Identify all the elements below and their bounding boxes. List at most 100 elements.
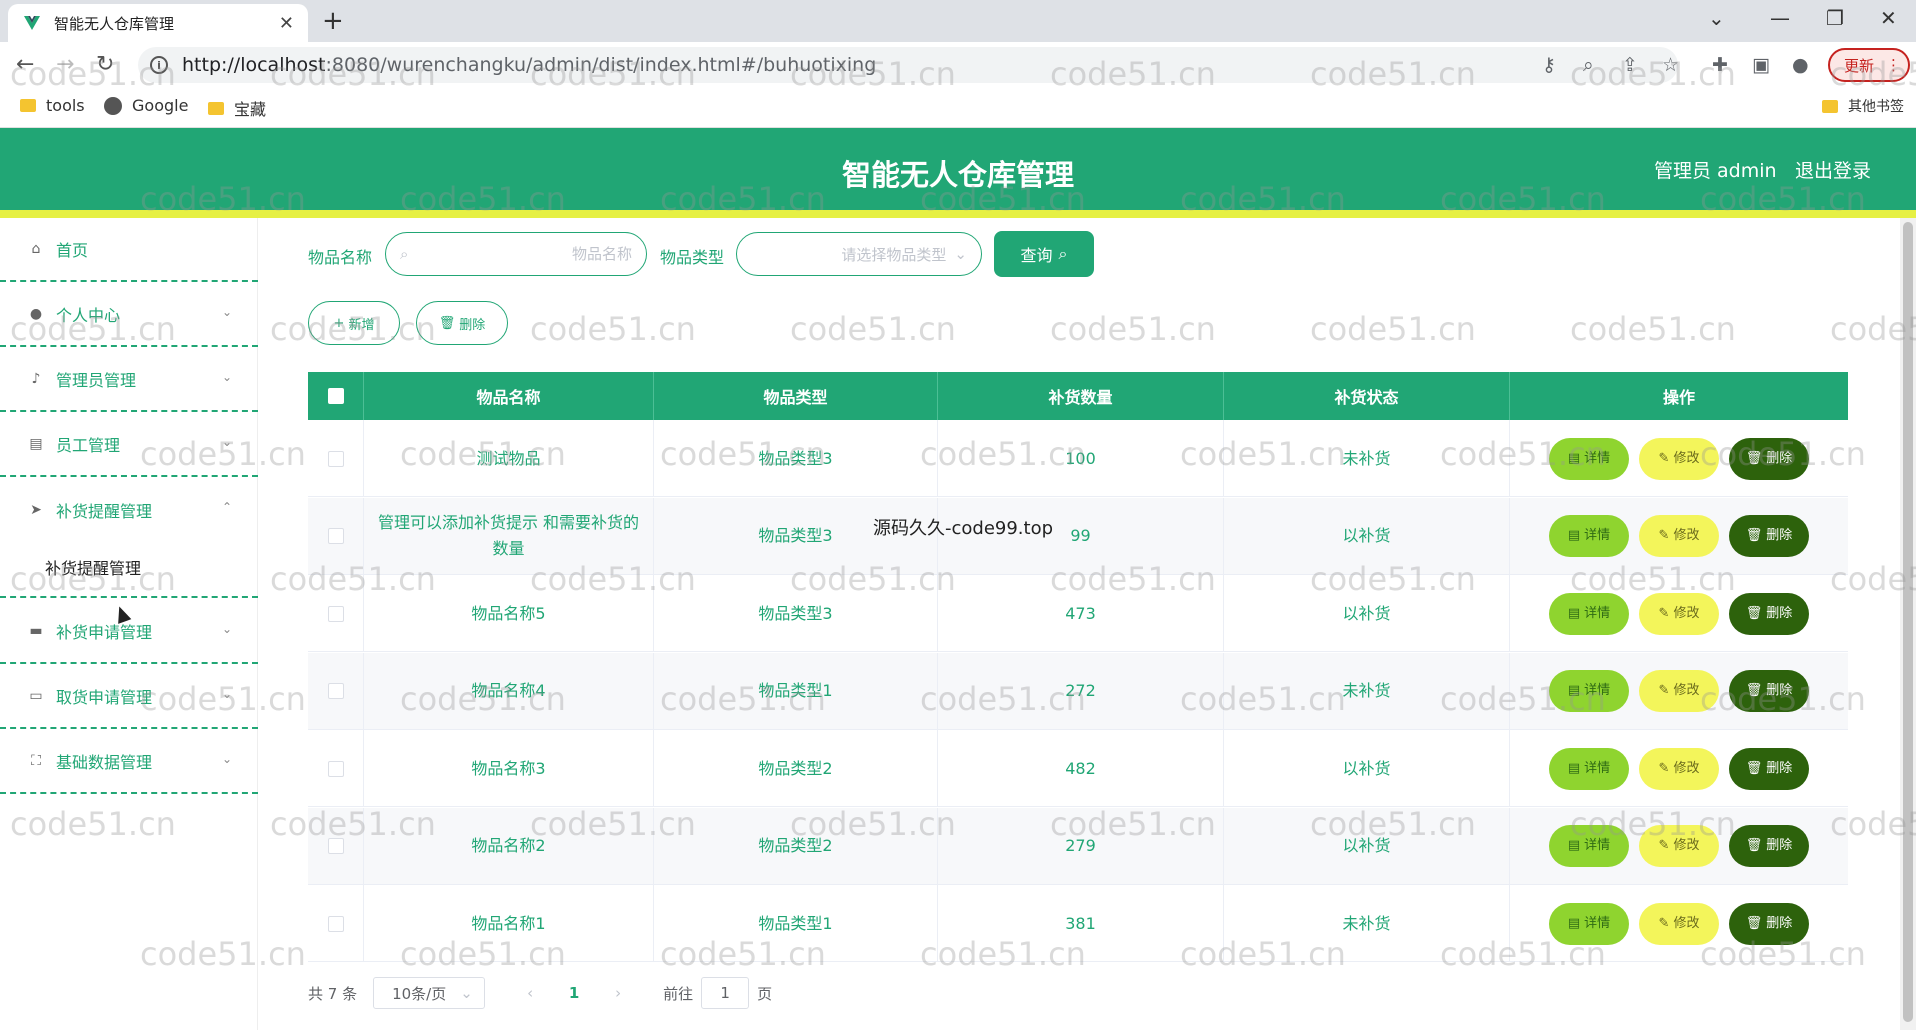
detail-button[interactable]: ▤ 详情 <box>1549 902 1629 945</box>
col-header-name: 物品名称 <box>364 372 654 420</box>
maximize-icon[interactable]: ❐ <box>1826 6 1844 30</box>
current-page[interactable]: 1 <box>559 984 589 1002</box>
trash-icon: 🗑 <box>1745 915 1763 931</box>
sidebar-item-restock-apply[interactable]: ▬ 补货申请管理 ⌄ <box>0 600 258 664</box>
reload-icon[interactable]: ↻ <box>96 52 114 77</box>
sidebar-item-personal[interactable]: ● 个人中心 ⌄ <box>0 283 258 347</box>
row-checkbox[interactable] <box>327 760 344 777</box>
chevron-down-icon: ⌄ <box>460 984 473 1002</box>
sidebar-item-restock-reminder[interactable]: ➤ 补货提醒管理 ⌃ <box>0 478 258 542</box>
tab-close-icon[interactable]: ✕ <box>279 13 294 34</box>
row-checkbox[interactable] <box>327 450 344 467</box>
batch-delete-button[interactable]: 🗑 删除 <box>416 301 508 345</box>
row-checkbox[interactable] <box>327 605 344 622</box>
sidebar-item-basic-data[interactable]: ⛶ 基础数据管理 ⌄ <box>0 730 258 794</box>
table-row: 物品名称4 物品类型1 272 未补货 ▤ 详情 ✎ 修改 🗑 删除 <box>308 652 1848 730</box>
add-button[interactable]: + 新增 <box>308 301 400 345</box>
cell-ops: ▤ 详情 ✎ 修改 🗑 删除 <box>1510 498 1848 575</box>
star-icon[interactable]: ☆ <box>1662 54 1679 76</box>
sidebar-item-pickup-apply[interactable]: ▭ 取货申请管理 ⌄ <box>0 665 258 729</box>
chevron-down-icon: ⌄ <box>221 370 232 384</box>
delete-button[interactable]: 🗑 删除 <box>1729 592 1809 635</box>
chevron-up-icon: ⌃ <box>221 500 232 514</box>
page-scrollbar[interactable] <box>1900 218 1916 1030</box>
sidebar-item-staff[interactable]: ▤ 员工管理 ⌄ <box>0 413 258 477</box>
delete-button[interactable]: 🗑 删除 <box>1729 825 1809 867</box>
delete-button[interactable]: 🗑 删除 <box>1729 437 1809 480</box>
doc-icon: ▤ <box>1567 683 1581 698</box>
bookmark-tools[interactable]: tools <box>20 96 85 115</box>
edit-button[interactable]: ✎ 修改 <box>1639 747 1719 790</box>
name-search-label: 物品名称 <box>308 248 373 267</box>
trash-icon: 🗑 <box>1745 838 1763 853</box>
delete-button[interactable]: 🗑 删除 <box>1729 670 1809 712</box>
info-icon[interactable]: i <box>150 56 168 74</box>
new-tab-icon[interactable]: + <box>322 6 344 36</box>
delete-button[interactable]: 🗑 删除 <box>1729 902 1809 945</box>
detail-button[interactable]: ▤ 详情 <box>1549 437 1629 480</box>
cell-type: 物品类型1 <box>654 652 938 730</box>
close-window-icon[interactable]: ✕ <box>1880 6 1897 30</box>
scroll-thumb[interactable] <box>1903 222 1913 1022</box>
detail-button[interactable]: ▤ 详情 <box>1549 592 1629 635</box>
url-text: http://localhost:8080/wurenchangku/admin… <box>182 54 877 76</box>
detail-button[interactable]: ▤ 详情 <box>1549 670 1629 712</box>
edit-button[interactable]: ✎ 修改 <box>1639 515 1719 557</box>
select-all-checkbox[interactable] <box>327 388 344 404</box>
forward-icon[interactable]: → <box>56 52 74 77</box>
name-search-field[interactable] <box>416 245 632 263</box>
zoom-icon[interactable]: ⌕ <box>1583 54 1594 76</box>
sidebar-subitem-restock-reminder[interactable]: 补货提醒管理 <box>0 538 258 598</box>
query-button[interactable]: 查询 ⌕ <box>994 231 1094 277</box>
edit-button[interactable]: ✎ 修改 <box>1639 437 1719 480</box>
sidepanel-icon[interactable]: ▣ <box>1752 54 1770 76</box>
update-button[interactable]: 更新 ⋮ <box>1828 48 1910 82</box>
bookmark-google[interactable]: Google <box>104 96 188 115</box>
back-icon[interactable]: ← <box>16 52 34 77</box>
page-size-select[interactable]: 10条/页 ⌄ <box>373 977 486 1009</box>
cell-status: 以补货 <box>1224 807 1510 885</box>
browser-tab[interactable]: 智能无人仓库管理 ✕ <box>8 4 308 42</box>
bookmarks-bar: tools Google 宝藏 其他书签 <box>0 88 1916 128</box>
table-row: 物品名称1 物品类型1 381 未补货 ▤ 详情 ✎ 修改 🗑 删除 <box>308 885 1848 962</box>
cell-status: 未补货 <box>1224 420 1510 497</box>
bookmark-other[interactable]: 其他书签 <box>1822 96 1904 116</box>
goto-page-input[interactable]: 1 <box>701 977 750 1009</box>
detail-button[interactable]: ▤ 详情 <box>1549 825 1629 867</box>
delete-button[interactable]: 🗑 删除 <box>1729 747 1809 790</box>
tab-search-icon[interactable]: ⌄ <box>1708 6 1725 30</box>
key-icon[interactable]: ⚷ <box>1542 54 1556 76</box>
logout-link[interactable]: 退出登录 <box>1795 156 1871 183</box>
share-icon[interactable]: ⇪ <box>1622 54 1638 76</box>
extensions-icon[interactable]: ✚ <box>1712 54 1728 76</box>
col-header-type: 物品类型 <box>654 372 938 420</box>
bookmark-baozang[interactable]: 宝藏 <box>208 96 266 120</box>
delete-button[interactable]: 🗑 删除 <box>1729 515 1809 557</box>
pencil-icon: ✎ <box>1658 528 1670 543</box>
cell-type: 物品类型2 <box>654 807 938 885</box>
row-checkbox[interactable] <box>327 838 344 854</box>
type-select[interactable]: 请选择物品类型 ⌄ <box>736 232 982 276</box>
name-search-input[interactable]: ⌕ <box>385 232 647 276</box>
detail-button[interactable]: ▤ 详情 <box>1549 515 1629 557</box>
prev-page-icon[interactable]: ‹ <box>515 984 545 1002</box>
address-bar[interactable]: i http://localhost:8080/wurenchangku/adm… <box>138 47 1678 83</box>
edit-button[interactable]: ✎ 修改 <box>1639 825 1719 867</box>
cell-qty: 272 <box>938 652 1224 730</box>
edit-button[interactable]: ✎ 修改 <box>1639 592 1719 635</box>
sidebar-item-admin[interactable]: ♪ 管理员管理 ⌄ <box>0 348 258 412</box>
edit-button[interactable]: ✎ 修改 <box>1639 670 1719 712</box>
row-checkbox[interactable] <box>327 528 344 544</box>
cell-type: 物品类型1 <box>654 885 938 962</box>
detail-button[interactable]: ▤ 详情 <box>1549 747 1629 790</box>
edit-button[interactable]: ✎ 修改 <box>1639 902 1719 945</box>
cell-name: 物品名称3 <box>364 730 654 807</box>
row-checkbox[interactable] <box>327 683 344 699</box>
row-checkbox[interactable] <box>327 915 344 932</box>
minimize-icon[interactable]: — <box>1770 6 1790 30</box>
sidebar-item-home[interactable]: ⌂ 首页 <box>0 218 258 282</box>
profile-icon[interactable]: ● <box>1792 54 1809 76</box>
next-page-icon[interactable]: › <box>603 984 633 1002</box>
search-icon: ⌕ <box>1058 244 1068 263</box>
doc-icon: ▤ <box>1567 528 1581 543</box>
